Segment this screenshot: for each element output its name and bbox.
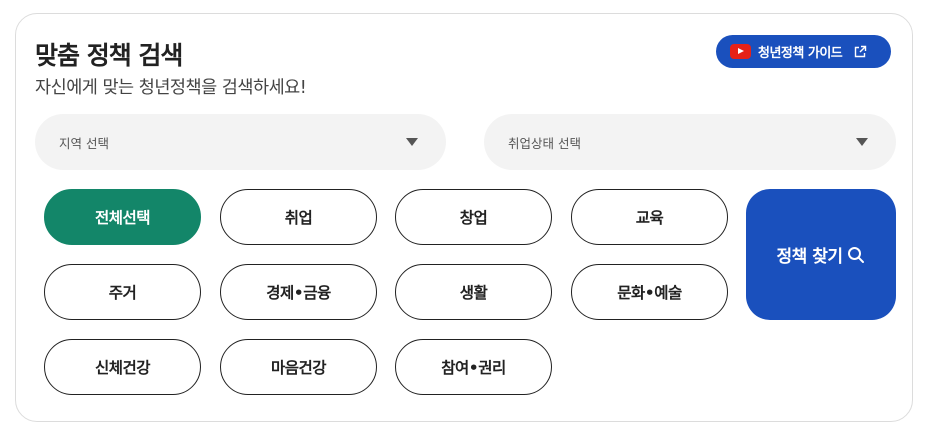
- page-title: 맞춤 정책 검색: [35, 41, 183, 70]
- region-select-label: 지역 선택: [59, 135, 109, 151]
- category-chip-mental-health[interactable]: 마음건강: [220, 339, 377, 395]
- find-policy-button-label: 정책 찾기: [776, 247, 843, 267]
- category-chip-housing[interactable]: 주거: [44, 264, 201, 320]
- category-chip-all[interactable]: 전체선택: [44, 189, 201, 245]
- external-link-icon: [854, 45, 867, 58]
- category-chip-label: 마음건강: [270, 359, 327, 377]
- youtube-icon: [730, 44, 751, 59]
- find-policy-button[interactable]: 정책 찾기: [746, 189, 896, 320]
- category-chip-startup[interactable]: 창업: [395, 189, 552, 245]
- caret-down-icon: [406, 138, 418, 146]
- category-chip-participation-rights[interactable]: 참여•권리: [395, 339, 552, 395]
- employment-status-select[interactable]: 취업상태 선택: [484, 114, 896, 170]
- guide-button-label: 청년정책 가이드: [758, 46, 843, 61]
- category-chip-label: 교육: [635, 209, 664, 227]
- search-icon: [848, 246, 865, 263]
- employment-status-select-label: 취업상태 선택: [508, 135, 581, 151]
- category-chip-education[interactable]: 교육: [571, 189, 728, 245]
- category-chip-employment[interactable]: 취업: [220, 189, 377, 245]
- category-chip-label: 주거: [108, 284, 137, 302]
- category-chip-label: 문화•예술: [617, 284, 682, 302]
- category-chip-label: 경제•금융: [266, 284, 331, 302]
- category-chip-label: 창업: [459, 209, 488, 227]
- category-chip-label: 생활: [459, 284, 488, 302]
- category-chip-label: 참여•권리: [441, 359, 506, 377]
- category-chip-economy-finance[interactable]: 경제•금융: [220, 264, 377, 320]
- category-chip-label: 전체선택: [94, 209, 151, 227]
- caret-down-icon: [856, 138, 868, 146]
- category-chip-living[interactable]: 생활: [395, 264, 552, 320]
- page-subtitle: 자신에게 맞는 청년정책을 검색하세요!: [35, 78, 307, 98]
- category-chip-physical-health[interactable]: 신체건강: [44, 339, 201, 395]
- category-chip-culture-arts[interactable]: 문화•예술: [571, 264, 728, 320]
- category-chip-label: 신체건강: [94, 359, 151, 377]
- region-select[interactable]: 지역 선택: [35, 114, 446, 170]
- youth-policy-guide-button[interactable]: 청년정책 가이드: [716, 35, 891, 68]
- category-chip-label: 취업: [284, 209, 313, 227]
